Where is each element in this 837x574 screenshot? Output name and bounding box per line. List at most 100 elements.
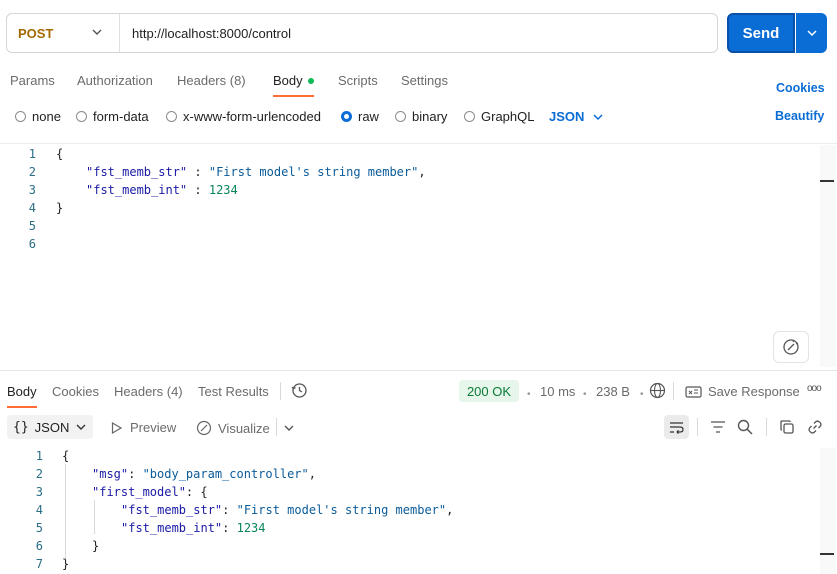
copy-icon[interactable] xyxy=(779,419,795,438)
pane-divider[interactable] xyxy=(0,370,837,371)
json-sep: : xyxy=(185,485,201,499)
radio-graphql[interactable]: GraphQL xyxy=(464,109,534,124)
code-line-4: } xyxy=(56,201,64,215)
preview-button[interactable]: Preview xyxy=(111,420,176,435)
divider xyxy=(276,418,277,436)
json-string: "First model's string member" xyxy=(236,503,447,517)
method-select[interactable]: POST xyxy=(18,26,53,41)
body-modified-dot-icon xyxy=(307,77,314,84)
globe-icon[interactable] xyxy=(649,382,666,402)
send-button[interactable]: Send xyxy=(727,13,795,53)
visualize-button[interactable]: Visualize xyxy=(196,420,270,436)
response-scrollbar[interactable] xyxy=(820,448,836,574)
braces-icon: {} xyxy=(13,419,29,435)
json-key: "first_model" xyxy=(92,485,186,499)
code-line-5: "fst_memb_int": 1234 xyxy=(121,521,266,535)
json-string: "body_param_controller" xyxy=(142,467,309,481)
json-key: "fst_memb_int" xyxy=(86,183,188,197)
line-number: 3 xyxy=(35,485,43,499)
json-sep: : xyxy=(222,503,237,517)
code-line-3: "first_model": { xyxy=(92,485,208,499)
history-icon[interactable] xyxy=(291,382,308,402)
editor-divider xyxy=(0,143,837,144)
request-body-editor[interactable]: 1 2 3 4 5 6 { "fst_memb_str" : "First mo… xyxy=(0,147,820,367)
line-number: 6 xyxy=(28,237,36,251)
response-tab-headers[interactable]: Headers (4) xyxy=(114,384,183,399)
link-icon[interactable] xyxy=(807,419,823,438)
radio-circle-icon xyxy=(166,111,177,122)
code-line-6: } xyxy=(92,539,100,553)
divider xyxy=(673,382,674,400)
radio-circle-icon xyxy=(395,111,406,122)
bullet-icon: • xyxy=(583,389,587,400)
json-sep: : xyxy=(187,183,209,197)
radio-form-data[interactable]: form-data xyxy=(76,109,149,124)
chevron-down-icon xyxy=(76,424,86,430)
divider xyxy=(280,382,281,400)
tab-params[interactable]: Params xyxy=(10,73,55,88)
send-options-button[interactable] xyxy=(796,13,827,53)
beautify-link[interactable]: Beautify xyxy=(775,109,824,123)
json-number: 1234 xyxy=(236,521,266,535)
response-tab-body[interactable]: Body xyxy=(7,384,37,399)
tab-settings[interactable]: Settings xyxy=(401,73,448,88)
response-time[interactable]: 10 ms xyxy=(540,384,575,399)
indent-guide xyxy=(94,500,95,534)
wrap-icon xyxy=(670,421,684,434)
indent-guide xyxy=(65,464,66,567)
response-format-select[interactable]: {} JSON xyxy=(7,415,93,439)
search-icon[interactable] xyxy=(737,419,753,438)
radio-label: form-data xyxy=(93,109,149,124)
radio-x-www-form-urlencoded[interactable]: x-www-form-urlencoded xyxy=(166,109,321,124)
active-tab-indicator xyxy=(273,95,314,97)
code-line-1: { xyxy=(56,147,64,161)
active-tab-indicator xyxy=(7,406,37,408)
chevron-down-icon xyxy=(806,30,817,37)
save-response-icon xyxy=(685,385,702,398)
radio-circle-icon xyxy=(76,111,87,122)
url-input[interactable]: http://localhost:8000/control xyxy=(132,26,291,41)
cookies-link[interactable]: Cookies xyxy=(776,81,825,95)
response-body-viewer[interactable]: 1 2 3 4 5 6 7 { "msg": "body_param_contr… xyxy=(0,449,820,574)
radio-label: GraphQL xyxy=(481,109,535,124)
radio-binary[interactable]: binary xyxy=(395,109,447,124)
json-comma: , xyxy=(446,503,454,517)
tab-headers[interactable]: Headers (8) xyxy=(177,73,246,88)
json-key: "fst_memb_str" xyxy=(121,503,223,517)
radio-circle-icon xyxy=(464,111,475,122)
ai-assist-button[interactable] xyxy=(773,331,809,363)
json-brace: { xyxy=(200,485,208,499)
play-icon xyxy=(111,421,122,434)
response-size[interactable]: 238 B xyxy=(596,384,630,399)
json-key: "fst_memb_str" xyxy=(86,165,188,179)
response-tab-cookies[interactable]: Cookies xyxy=(52,384,99,399)
status-badge[interactable]: 200 OK xyxy=(459,380,519,402)
scrollbar-marker xyxy=(820,553,834,555)
tab-authorization[interactable]: Authorization xyxy=(77,73,153,88)
divider xyxy=(766,418,767,436)
save-response-button[interactable]: Save Response xyxy=(685,384,800,399)
radio-label: x-www-form-urlencoded xyxy=(183,109,321,124)
response-tab-test-results[interactable]: Test Results xyxy=(198,384,269,399)
filter-icon[interactable] xyxy=(710,420,726,437)
code-line-4: "fst_memb_str": "First model's string me… xyxy=(121,503,453,517)
json-comma: , xyxy=(418,165,426,179)
editor-scrollbar[interactable] xyxy=(820,145,836,367)
line-number: 1 xyxy=(35,449,43,463)
wrap-lines-button[interactable] xyxy=(664,415,689,439)
json-string: "First model's string member" xyxy=(208,165,419,179)
response-format-label: JSON xyxy=(34,419,70,435)
code-line-2: "msg": "body_param_controller", xyxy=(92,467,316,481)
radio-raw[interactable]: raw xyxy=(341,109,379,124)
chevron-down-icon[interactable] xyxy=(91,25,103,39)
radio-label: binary xyxy=(412,109,448,124)
radio-none[interactable]: none xyxy=(15,109,61,124)
code-line-1: { xyxy=(62,449,70,463)
chevron-down-icon[interactable] xyxy=(283,421,295,436)
more-options-icon[interactable]: ooo xyxy=(807,383,822,394)
tab-body[interactable]: Body xyxy=(273,73,314,88)
line-number: 2 xyxy=(35,467,43,481)
tab-scripts[interactable]: Scripts xyxy=(338,73,378,88)
line-number: 4 xyxy=(28,201,36,215)
raw-format-select[interactable]: JSON xyxy=(549,109,604,124)
